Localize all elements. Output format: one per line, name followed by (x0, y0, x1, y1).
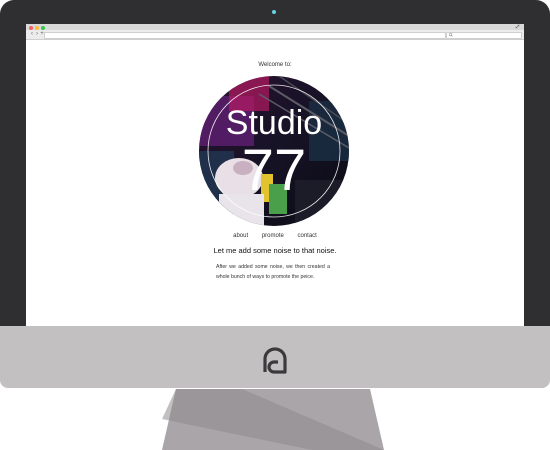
address-bar[interactable] (44, 31, 446, 39)
site-nav: about promote contact (26, 233, 524, 239)
close-dot-icon[interactable] (29, 25, 33, 30)
search-icon (449, 33, 453, 37)
logo-number-text: 77 (242, 138, 307, 203)
page-headline: Let me add some noise to that noise. (213, 246, 337, 255)
camera-dot-icon (272, 10, 276, 14)
monitor-stand (162, 389, 384, 450)
browser-toolbar: ‹ › + (26, 30, 524, 40)
minimize-dot-icon[interactable] (35, 25, 39, 30)
nav-link-promote[interactable]: promote (262, 233, 284, 239)
nav-link-contact[interactable]: contact (298, 233, 317, 239)
brand-logo-icon (263, 347, 287, 374)
welcome-text: Welcome to: (258, 62, 292, 68)
fullscreen-icon[interactable] (515, 24, 520, 29)
body-paragraph: After we added some noise, we then creat… (216, 264, 330, 280)
zoom-dot-icon[interactable] (41, 25, 45, 30)
search-field[interactable] (446, 31, 522, 39)
logo-studio-text: Studio (226, 104, 322, 142)
studio-logo[interactable]: Studio 77 (199, 76, 349, 226)
monitor-chin (0, 326, 550, 388)
nav-link-about[interactable]: about (233, 233, 248, 239)
browser-window: ‹ › + Welcome to: Studio 77 about promot… (26, 24, 524, 326)
